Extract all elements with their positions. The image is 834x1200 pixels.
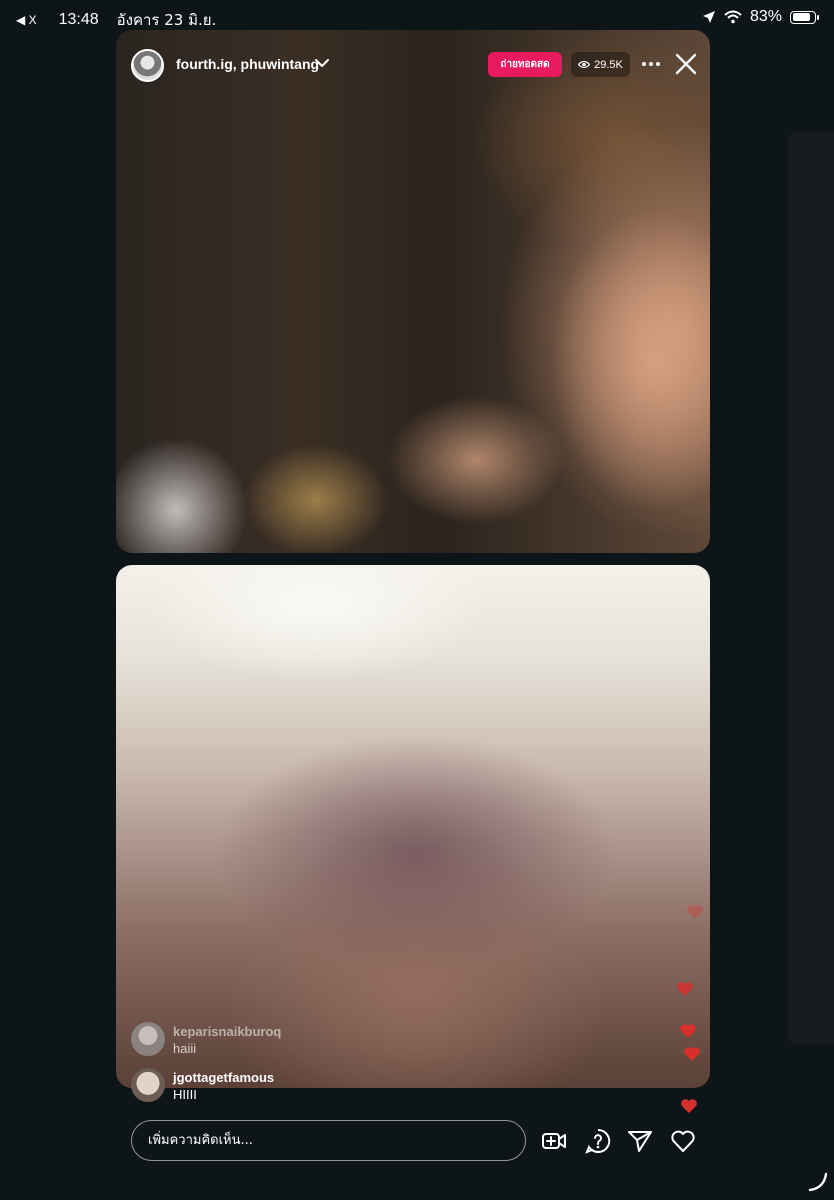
comment-input[interactable]	[131, 1120, 526, 1161]
battery-level	[792, 13, 810, 21]
status-bar: ◀ X 13:48 อังคาร 23 มิ.ย. 83%	[0, 0, 834, 34]
status-time: 13:48	[58, 11, 99, 28]
eye-icon	[578, 60, 591, 69]
comment-username[interactable]: jgottagetfamous	[173, 1070, 274, 1085]
viewer-count: 29.5K	[594, 58, 623, 71]
chevron-down-icon[interactable]	[314, 55, 330, 71]
wifi-icon	[724, 10, 742, 24]
host-video-feed	[116, 30, 710, 553]
back-to-app-link[interactable]: ◀ X	[16, 13, 37, 27]
guest-video-feed	[116, 565, 710, 1088]
more-options-icon[interactable]	[640, 56, 662, 72]
battery-percent: 83%	[749, 8, 782, 25]
comment-message: HIIII	[173, 1087, 197, 1102]
floating-heart-icon	[687, 905, 703, 919]
viewer-count-badge[interactable]: 29.5K	[571, 52, 630, 77]
live-badge: ถ่ายทอดสด	[488, 52, 562, 77]
comment-item: jgottagetfamous HIIII	[131, 1068, 274, 1102]
floating-heart-icon	[677, 982, 693, 996]
comment-item: keparisnaikburoq haiii	[131, 1022, 281, 1056]
add-video-icon[interactable]	[541, 1128, 567, 1154]
comment-message: haiii	[173, 1041, 197, 1056]
comment-username[interactable]: keparisnaikburoq	[173, 1024, 281, 1039]
close-icon[interactable]	[674, 52, 698, 76]
host-names[interactable]: fourth.ig, phuwintang	[176, 56, 319, 72]
send-icon[interactable]	[627, 1128, 653, 1154]
location-icon	[702, 11, 715, 23]
host-avatar[interactable]	[131, 49, 164, 82]
question-icon[interactable]	[585, 1128, 611, 1154]
heart-icon[interactable]	[670, 1128, 696, 1154]
commenter-avatar[interactable]	[131, 1022, 165, 1056]
commenter-avatar[interactable]	[131, 1068, 165, 1102]
resize-handle-icon[interactable]	[806, 1170, 830, 1194]
floating-heart-icon	[681, 1099, 697, 1113]
floating-heart-icon	[684, 1047, 700, 1061]
battery-icon	[790, 10, 819, 24]
status-date: อังคาร 23 มิ.ย.	[116, 11, 217, 29]
floating-heart-icon	[680, 1024, 696, 1038]
next-live-preview[interactable]	[788, 132, 834, 1044]
live-header: fourth.ig, phuwintang ถ่ายทอดสด 29.5K	[116, 30, 710, 100]
